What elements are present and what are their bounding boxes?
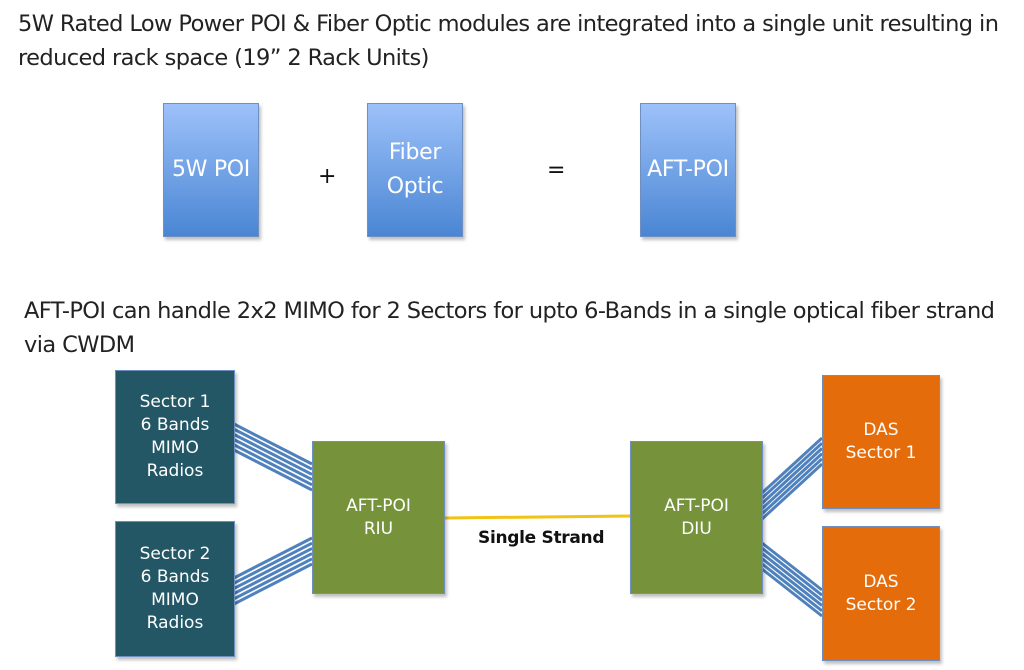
aft-poi-diu-box: AFT-POI DIU xyxy=(630,441,763,594)
sector-2-radios-box: Sector 2 6 Bands MIMO Radios xyxy=(115,521,235,657)
sector-2-label-line: 6 Bands xyxy=(140,567,210,587)
das-1-label-line: DAS xyxy=(863,420,899,440)
das-sector-1-box: DAS Sector 1 xyxy=(822,375,940,509)
das-1-label-line: Sector 1 xyxy=(845,443,917,463)
aft-poi-riu-box: AFT-POI RIU xyxy=(312,441,445,594)
cable-bundle-diu-to-das1 xyxy=(760,436,824,521)
sector-2-label-line: Radios xyxy=(146,613,204,633)
single-strand-fiber-line xyxy=(444,514,631,520)
cable-line xyxy=(760,452,824,510)
sector-1-label-line: Radios xyxy=(146,461,204,481)
sector-1-label-line: 6 Bands xyxy=(140,415,210,435)
das-2-label-line: DAS xyxy=(863,571,899,592)
sector-1-label-line: Sector 1 xyxy=(139,392,211,412)
diu-label-line: AFT-POI xyxy=(664,495,729,516)
sector-1-label-line: MIMO xyxy=(151,438,199,458)
sector-2-label-line: MIMO xyxy=(151,590,199,610)
cable-bundle-sector2-to-riu xyxy=(233,536,313,606)
sector-1-radios-box: Sector 1 6 Bands MIMO Radios xyxy=(115,370,235,504)
riu-label-line: RIU xyxy=(363,518,394,539)
das-2-label-line: Sector 2 xyxy=(845,594,917,615)
das-sector-2-box: DAS Sector 2 xyxy=(822,526,940,661)
riu-label-line: AFT-POI xyxy=(346,495,411,516)
sector-2-label-line: Sector 2 xyxy=(139,544,211,564)
cable-bundle-sector1-to-riu xyxy=(233,422,313,492)
diu-label-line: DIU xyxy=(681,518,712,539)
cable-bundle-diu-to-das2 xyxy=(761,541,823,618)
cable-line xyxy=(760,447,824,505)
single-strand-label: Single Strand xyxy=(478,528,605,548)
